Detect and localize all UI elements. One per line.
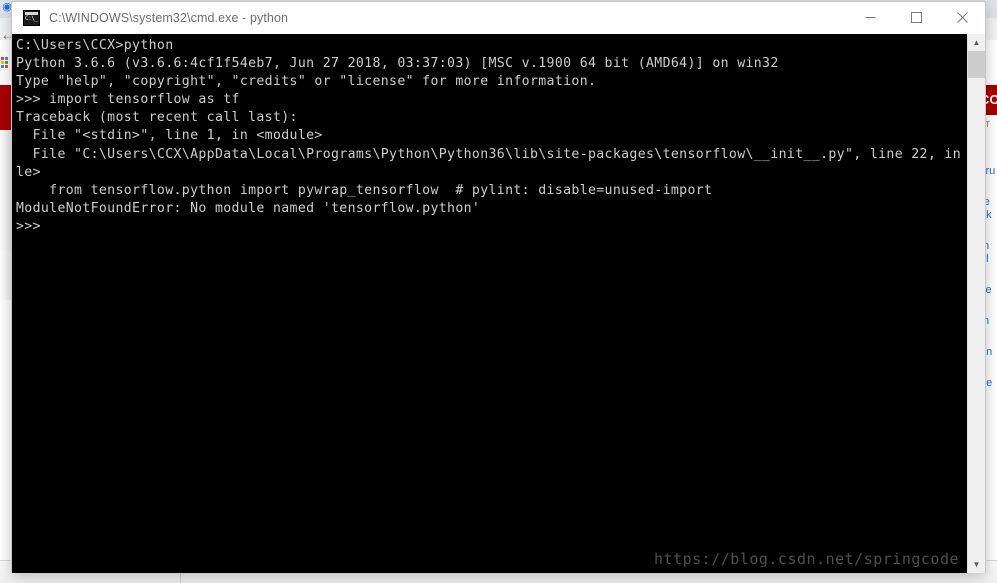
scrollbar-thumb[interactable] — [968, 51, 985, 78]
screen: ◉ ← CO тт it cru re ak /h f l ite /h on … — [0, 0, 997, 583]
close-button[interactable] — [939, 2, 985, 33]
maximize-button[interactable] — [893, 2, 939, 33]
window-controls — [847, 2, 985, 33]
background-red-banner — [0, 85, 11, 130]
minimize-button[interactable] — [847, 2, 893, 33]
console-scrollbar[interactable]: ▲ ▼ — [967, 34, 985, 573]
apps-grid-icon[interactable] — [1, 57, 12, 71]
cmd-titlebar[interactable]: C:\WINDOWS\system32\cmd.exe - python — [12, 2, 985, 34]
cmd-console-icon — [23, 9, 40, 26]
scrollbar-down-arrow-icon[interactable]: ▼ — [968, 556, 985, 573]
background-left-panel-lower — [0, 250, 12, 300]
cmd-window: C:\WINDOWS\system32\cmd.exe - python — [12, 2, 985, 573]
watermark-url: https://blog.csdn.net/springcode — [654, 550, 959, 568]
scrollbar-up-arrow-icon[interactable]: ▲ — [968, 34, 985, 51]
console-output-area[interactable]: C:\Users\CCX>python Python 3.6.6 (v3.6.6… — [12, 34, 985, 573]
console-text: C:\Users\CCX>python Python 3.6.6 (v3.6.6… — [16, 38, 985, 234]
window-title: C:\WINDOWS\system32\cmd.exe - python — [49, 10, 289, 25]
